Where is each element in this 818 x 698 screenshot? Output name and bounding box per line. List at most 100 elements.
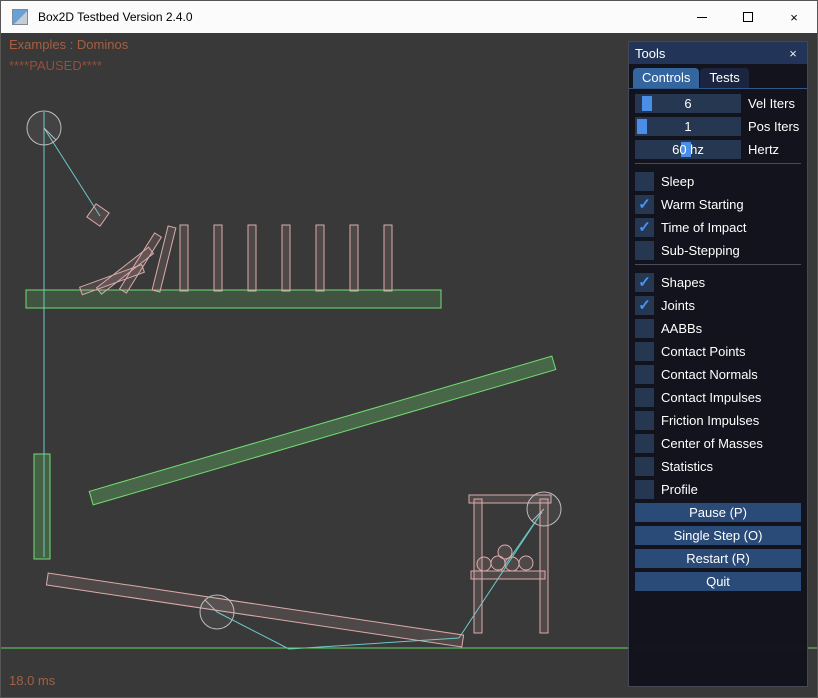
pos-iters-slider[interactable]: 1	[635, 117, 741, 136]
frame-mid-bar[interactable]	[471, 571, 545, 579]
check-icon: ✓	[638, 297, 651, 314]
time-of-impact-label: Time of Impact	[661, 220, 746, 235]
tab-tests[interactable]: Tests	[700, 68, 748, 88]
domino[interactable]	[350, 225, 358, 291]
center-of-masses-checkbox[interactable]	[635, 434, 654, 453]
tools-panel-title: Tools	[635, 46, 665, 61]
center-of-masses-label: Center of Masses	[661, 436, 763, 451]
friction-impulses-label: Friction Impulses	[661, 413, 759, 428]
app-window: Box2D Testbed Version 2.4.0 ×	[0, 0, 818, 698]
sleep-checkbox[interactable]	[635, 172, 654, 191]
hertz-value: 60 hz	[635, 140, 741, 159]
tab-controls[interactable]: Controls	[633, 68, 699, 88]
checkbox-row-contact-impulses: Contact Impulses	[635, 388, 801, 407]
maximize-button[interactable]	[725, 1, 771, 33]
warm-starting-checkbox[interactable]: ✓	[635, 195, 654, 214]
example-label: Examples : Dominos	[9, 37, 128, 52]
shapes-label: Shapes	[661, 275, 705, 290]
domino[interactable]	[316, 225, 324, 291]
friction-impulses-checkbox[interactable]	[635, 411, 654, 430]
check-icon: ✓	[638, 196, 651, 213]
pause-button[interactable]: Pause (P)	[635, 503, 801, 522]
hanging-box[interactable]	[87, 204, 109, 226]
sleep-label: Sleep	[661, 174, 694, 189]
slider-row-vel-iters: 6 Vel Iters	[635, 94, 801, 113]
slider-row-hertz: 60 hz Hertz	[635, 140, 801, 159]
warm-starting-label: Warm Starting	[661, 197, 744, 212]
vel-iters-slider[interactable]: 6	[635, 94, 741, 113]
checkbox-row-sub-stepping: Sub-Stepping	[635, 241, 801, 260]
vel-iters-label: Vel Iters	[748, 96, 795, 111]
check-icon: ✓	[638, 219, 651, 236]
profile-checkbox[interactable]	[635, 480, 654, 499]
dynamic-bodies[interactable]	[46, 204, 551, 647]
contact-points-checkbox[interactable]	[635, 342, 654, 361]
quit-button[interactable]: Quit	[635, 572, 801, 591]
domino[interactable]	[180, 225, 188, 291]
joints-label: Joints	[661, 298, 695, 313]
tools-tabbar: Controls Tests	[629, 64, 807, 89]
contact-impulses-checkbox[interactable]	[635, 388, 654, 407]
small-ball[interactable]	[477, 557, 491, 571]
separator	[635, 163, 801, 164]
paused-status: ****PAUSED****	[9, 58, 102, 73]
domino[interactable]	[248, 225, 256, 291]
small-ball[interactable]	[519, 556, 533, 570]
seesaw-plank[interactable]	[46, 573, 463, 647]
close-button[interactable]: ×	[771, 1, 817, 33]
checkbox-row-contact-points: Contact Points	[635, 342, 801, 361]
checkbox-row-joints: ✓ Joints	[635, 296, 801, 315]
joints-checkbox[interactable]: ✓	[635, 296, 654, 315]
close-icon: ×	[790, 10, 798, 25]
vertical-block	[34, 454, 50, 559]
time-of-impact-checkbox[interactable]: ✓	[635, 218, 654, 237]
small-ball[interactable]	[498, 545, 512, 559]
angled-plank	[89, 356, 556, 505]
checkbox-row-warm-starting: ✓ Warm Starting	[635, 195, 801, 214]
statistics-checkbox[interactable]	[635, 457, 654, 476]
minimize-button[interactable]	[679, 1, 725, 33]
profile-label: Profile	[661, 482, 698, 497]
checkbox-row-contact-normals: Contact Normals	[635, 365, 801, 384]
vel-iters-value: 6	[635, 94, 741, 113]
checkbox-row-shapes: ✓ Shapes	[635, 273, 801, 292]
aabbs-checkbox[interactable]	[635, 319, 654, 338]
window-title: Box2D Testbed Version 2.4.0	[38, 10, 193, 24]
checkbox-row-time-of-impact: ✓ Time of Impact	[635, 218, 801, 237]
domino[interactable]	[282, 225, 290, 291]
sub-stepping-label: Sub-Stepping	[661, 243, 740, 258]
checkbox-row-friction-impulses: Friction Impulses	[635, 411, 801, 430]
app-icon	[12, 9, 28, 25]
restart-button[interactable]: Restart (R)	[635, 549, 801, 568]
pos-iters-label: Pos Iters	[748, 119, 799, 134]
aabbs-label: AABBs	[661, 321, 702, 336]
single-step-button[interactable]: Single Step (O)	[635, 526, 801, 545]
separator	[635, 264, 801, 265]
minimize-icon	[697, 17, 707, 18]
sub-stepping-checkbox[interactable]	[635, 241, 654, 260]
domino[interactable]	[384, 225, 392, 291]
contact-normals-label: Contact Normals	[661, 367, 758, 382]
slider-row-pos-iters: 1 Pos Iters	[635, 117, 801, 136]
pos-iters-value: 1	[635, 117, 741, 136]
hertz-label: Hertz	[748, 142, 779, 157]
maximize-icon	[743, 12, 753, 22]
checkbox-row-statistics: Statistics	[635, 457, 801, 476]
check-icon: ✓	[638, 274, 651, 291]
hertz-slider[interactable]: 60 hz	[635, 140, 741, 159]
contact-normals-checkbox[interactable]	[635, 365, 654, 384]
frame-time: 18.0 ms	[9, 673, 55, 688]
contact-points-label: Contact Points	[661, 344, 746, 359]
tools-panel-titlebar[interactable]: Tools ×	[629, 42, 807, 64]
checkbox-row-center-of-masses: Center of Masses	[635, 434, 801, 453]
domino[interactable]	[214, 225, 222, 291]
checkbox-row-profile: Profile	[635, 480, 801, 499]
tools-panel: Tools × Controls Tests 6 Vel Iters	[628, 41, 808, 687]
tools-close-icon[interactable]: ×	[785, 46, 801, 61]
simulation-canvas[interactable]: Examples : Dominos ****PAUSED**** 18.0 m…	[1, 33, 817, 697]
checkbox-row-sleep: Sleep	[635, 172, 801, 191]
window-titlebar[interactable]: Box2D Testbed Version 2.4.0 ×	[1, 1, 817, 33]
contact-impulses-label: Contact Impulses	[661, 390, 761, 405]
shapes-checkbox[interactable]: ✓	[635, 273, 654, 292]
checkbox-row-aabbs: AABBs	[635, 319, 801, 338]
